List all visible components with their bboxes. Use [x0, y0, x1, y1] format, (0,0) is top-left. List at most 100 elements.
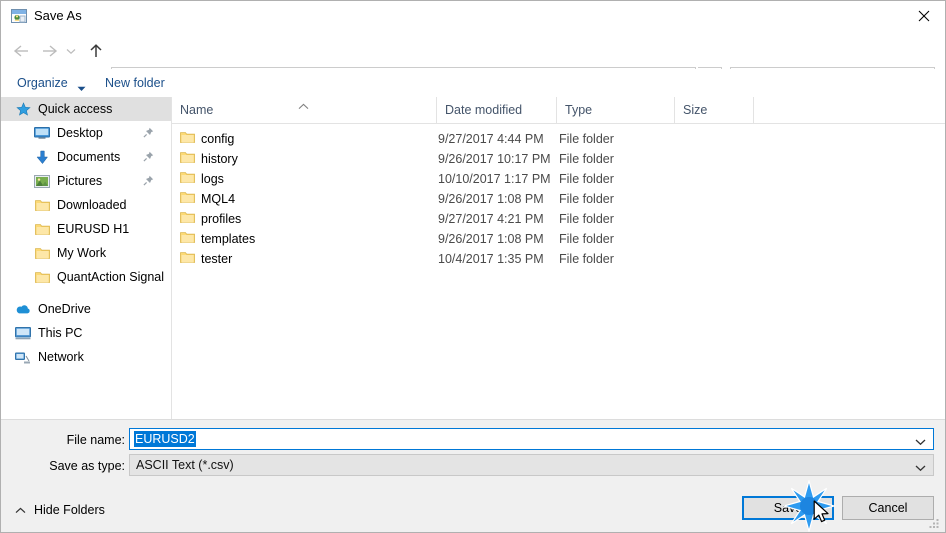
- save-as-type-select[interactable]: ASCII Text (*.csv): [129, 454, 934, 476]
- folder-icon: [180, 151, 195, 167]
- column-header-type[interactable]: Type: [556, 97, 674, 123]
- file-name: logs: [201, 172, 224, 186]
- column-header-size[interactable]: Size: [674, 97, 753, 123]
- sidebar-item-quantaction-signal[interactable]: QuantAction Signal: [1, 265, 171, 289]
- file-name: templates: [201, 232, 256, 246]
- table-row[interactable]: history 9/26/2017 10:17 PM File folder: [172, 149, 945, 169]
- sidebar-item-label: Documents: [57, 150, 121, 164]
- column-header-row: Name Date modified Type Size: [172, 97, 945, 124]
- new-folder-button[interactable]: New folder: [105, 74, 165, 92]
- file-type: File folder: [559, 152, 614, 166]
- cancel-button[interactable]: Cancel: [842, 496, 934, 520]
- network-icon: [15, 349, 31, 365]
- file-type: File folder: [559, 172, 614, 186]
- cloud-icon: [15, 301, 31, 317]
- save-as-type-label: Save as type:: [49, 459, 125, 473]
- sidebar-item-label: Desktop: [57, 126, 103, 140]
- sidebar-item-label: Pictures: [57, 174, 103, 188]
- title-bar: Save As: [1, 1, 945, 31]
- recent-locations-chevron-down-icon[interactable]: [63, 40, 79, 62]
- file-type: File folder: [559, 232, 614, 246]
- content-area: Quick access Desktop Documents Pictures …: [1, 97, 945, 419]
- table-row[interactable]: config 9/27/2017 4:44 PM File folder: [172, 129, 945, 149]
- folder-icon: [180, 231, 195, 247]
- navigation-pane: Quick access Desktop Documents Pictures …: [1, 97, 172, 419]
- pin-icon[interactable]: [143, 127, 154, 141]
- picture-icon: [34, 173, 50, 189]
- file-date-modified: 9/27/2017 4:21 PM: [438, 212, 544, 226]
- save-button[interactable]: Save: [742, 496, 834, 520]
- save-as-type-value: ASCII Text (*.csv): [136, 458, 234, 472]
- window-title: Save As: [34, 8, 82, 23]
- table-row[interactable]: logs 10/10/2017 1:17 PM File folder: [172, 169, 945, 189]
- file-date-modified: 9/26/2017 10:17 PM: [438, 152, 551, 166]
- monitor-icon: [34, 125, 50, 141]
- caret-down-icon[interactable]: [77, 81, 86, 95]
- folder-icon: [34, 269, 50, 285]
- file-name: config: [201, 132, 235, 146]
- column-header-label: Type: [565, 103, 593, 117]
- file-date-modified: 10/10/2017 1:17 PM: [438, 172, 551, 186]
- folder-icon: [180, 251, 195, 267]
- download-arrow-icon: [34, 149, 50, 165]
- navigation-bar: « Roaming › MetaQuotes › Terminal › 9155…: [1, 31, 945, 91]
- folder-icon: [180, 171, 195, 187]
- up-button[interactable]: [85, 40, 107, 62]
- pin-icon[interactable]: [143, 175, 154, 189]
- folder-icon: [180, 211, 195, 227]
- sidebar-item-label: Quick access: [38, 102, 113, 116]
- sidebar-item-label: My Work: [57, 246, 107, 260]
- folder-icon: [34, 221, 50, 237]
- file-name-label: File name:: [66, 433, 125, 447]
- table-row[interactable]: profiles 9/27/2017 4:21 PM File folder: [172, 209, 945, 229]
- file-type: File folder: [559, 212, 614, 226]
- back-button[interactable]: [11, 40, 33, 62]
- file-list: Name Date modified Type Size config 9/27…: [172, 97, 945, 419]
- file-type: File folder: [559, 192, 614, 206]
- file-name-input[interactable]: EURUSD2: [129, 428, 934, 450]
- file-name-value: EURUSD2: [134, 431, 196, 447]
- pc-icon: [15, 325, 31, 341]
- column-header-label: Name: [180, 103, 214, 117]
- forward-button[interactable]: [38, 40, 60, 62]
- sidebar-item-label: This PC: [38, 326, 83, 340]
- table-row[interactable]: templates 9/26/2017 1:08 PM File folder: [172, 229, 945, 249]
- pin-icon[interactable]: [143, 151, 154, 165]
- sidebar-item-this-pc[interactable]: This PC: [1, 321, 171, 345]
- folder-icon: [180, 131, 195, 147]
- close-icon[interactable]: [901, 1, 945, 31]
- file-date-modified: 9/26/2017 1:08 PM: [438, 232, 544, 246]
- file-name: history: [201, 152, 238, 166]
- column-header-label: Date modified: [445, 103, 523, 117]
- sidebar-item-downloaded[interactable]: Downloaded: [1, 193, 171, 217]
- file-date-modified: 9/27/2017 4:44 PM: [438, 132, 544, 146]
- save-as-icon: [11, 8, 27, 24]
- caret-down-icon[interactable]: [915, 461, 926, 475]
- sidebar-item-pictures[interactable]: Pictures: [1, 169, 171, 193]
- table-row[interactable]: MQL4 9/26/2017 1:08 PM File folder: [172, 189, 945, 209]
- sidebar-item-my-work[interactable]: My Work: [1, 241, 171, 265]
- star-icon: [15, 101, 31, 117]
- sidebar-item-label: QuantAction Signal: [57, 270, 165, 284]
- folder-icon: [180, 191, 195, 207]
- column-header-filler: [753, 97, 945, 123]
- sidebar-item-eurusd-h1[interactable]: EURUSD H1: [1, 217, 171, 241]
- sidebar-item-desktop[interactable]: Desktop: [1, 121, 171, 145]
- sidebar-item-onedrive[interactable]: OneDrive: [1, 297, 171, 321]
- organize-button[interactable]: Organize: [17, 74, 68, 92]
- sidebar-item-quick-access[interactable]: Quick access: [1, 97, 171, 121]
- hide-folders-label: Hide Folders: [34, 503, 105, 517]
- file-type: File folder: [559, 252, 614, 266]
- table-row[interactable]: tester 10/4/2017 1:35 PM File folder: [172, 249, 945, 269]
- file-name: profiles: [201, 212, 242, 226]
- hide-folders-button[interactable]: Hide Folders: [15, 503, 105, 517]
- resize-grip-icon[interactable]: [928, 516, 941, 529]
- folder-icon: [34, 245, 50, 261]
- column-header-date-modified[interactable]: Date modified: [436, 97, 556, 123]
- sidebar-item-label: EURUSD H1: [57, 222, 130, 236]
- sidebar-item-network[interactable]: Network: [1, 345, 171, 369]
- column-header-name[interactable]: Name: [172, 97, 436, 123]
- sidebar-item-documents[interactable]: Documents: [1, 145, 171, 169]
- caret-down-icon[interactable]: [915, 435, 926, 449]
- sidebar-item-label: Network: [38, 350, 84, 364]
